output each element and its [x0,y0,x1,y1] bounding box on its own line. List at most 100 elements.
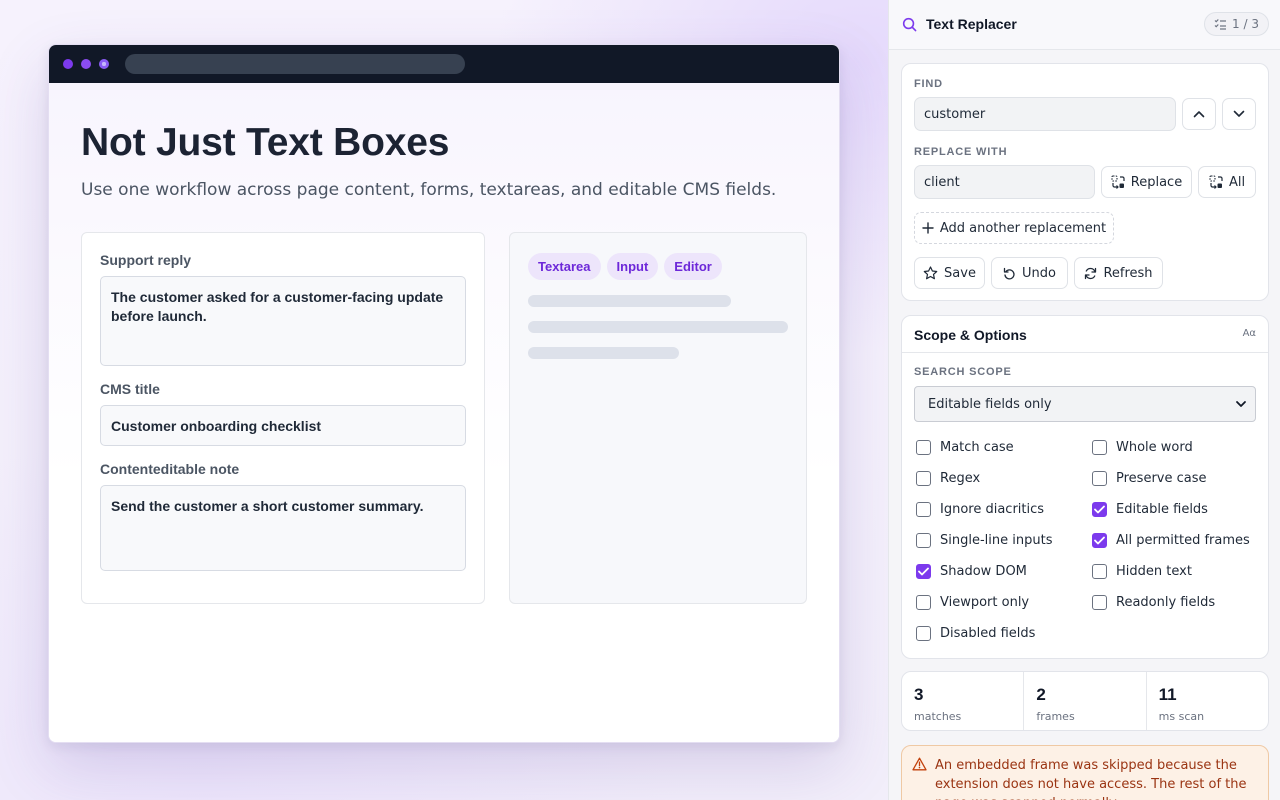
match-counter-text: 1 / 3 [1232,17,1259,31]
search-scope-value: Editable fields only [928,396,1052,412]
option-whole-word[interactable]: Whole word [1092,440,1193,455]
option-match-case-checkbox[interactable] [916,440,931,455]
scope-options-title[interactable]: Scope & Options [914,327,1027,343]
undo-button[interactable]: Undo [991,257,1068,289]
field-types-card: Textarea Input Editor [509,232,807,604]
option-viewport-only-checkbox[interactable] [916,595,931,610]
option-regex-label: Regex [940,471,981,486]
refresh-button[interactable]: Refresh [1074,257,1163,289]
undo-icon [1003,267,1015,279]
option-all-permitted-frames-label: All permitted frames [1116,533,1250,548]
stat-scan-time-value: 11 [1158,685,1177,704]
refresh-button-label: Refresh [1103,265,1153,281]
option-ignore-diacritics-checkbox[interactable] [916,502,931,517]
field-type-chips: Textarea Input Editor [528,253,722,280]
stat-frames-label: frames [1036,710,1075,723]
replace-all-icon [1209,175,1223,189]
option-all-permitted-frames-checkbox[interactable] [1092,533,1107,548]
skeleton-line [528,321,788,333]
option-disabled-fields-label: Disabled fields [940,626,1036,641]
add-replacement-button[interactable]: Add another replacement [914,212,1114,244]
scope-options-card: Scope & Options Aα SEARCH SCOPE Editable… [901,315,1269,659]
page-subtitle: Use one workflow across page content, fo… [81,180,777,200]
stat-matches: 3 matches [902,672,1025,730]
option-viewport-only-label: Viewport only [940,595,1030,610]
list-check-icon [1214,19,1227,30]
option-preserve-case[interactable]: Preserve case [1092,471,1207,486]
search-icon [902,17,917,36]
window-dot-yellow [81,59,91,69]
browser-titlebar [49,45,839,83]
skeleton-line [528,295,731,307]
option-preserve-case-label: Preserve case [1116,471,1207,486]
divider [902,352,1268,353]
option-editable-fields[interactable]: Editable fields [1092,502,1208,517]
contenteditable-note-label: Contenteditable note [100,461,240,477]
option-readonly-fields[interactable]: Readonly fields [1092,595,1215,610]
option-shadow-dom-checkbox[interactable] [916,564,931,579]
option-all-permitted-frames[interactable]: All permitted frames [1092,533,1250,548]
panel-header: Text Replacer 1 / 3 [889,0,1280,50]
option-readonly-fields-checkbox[interactable] [1092,595,1107,610]
option-single-line-inputs-checkbox[interactable] [916,533,931,548]
search-scope-label: SEARCH SCOPE [914,366,1012,378]
replace-all-button[interactable]: All [1198,166,1256,198]
save-button[interactable]: Save [914,257,985,289]
stat-frames-value: 2 [1036,685,1046,704]
option-preserve-case-checkbox[interactable] [1092,471,1107,486]
replace-button[interactable]: Replace [1101,166,1192,198]
support-reply-label: Support reply [100,252,192,268]
previous-match-button[interactable] [1182,98,1216,130]
option-hidden-text-checkbox[interactable] [1092,564,1107,579]
option-match-case[interactable]: Match case [916,440,1014,455]
skeleton-line [528,347,679,359]
option-disabled-fields-checkbox[interactable] [916,626,931,641]
replace-input[interactable]: client [914,165,1095,199]
option-readonly-fields-label: Readonly fields [1116,595,1216,610]
warning-icon [912,757,927,771]
find-input[interactable]: customer [914,97,1176,131]
page-title: Not Just Text Boxes [81,121,450,164]
chevron-up-icon [1193,111,1205,118]
option-match-case-label: Match case [940,440,1014,455]
stat-scan-time: 11 ms scan [1147,672,1268,730]
chip-textarea: Textarea [528,253,601,280]
option-whole-word-checkbox[interactable] [1092,440,1107,455]
chip-input: Input [606,253,659,280]
option-ignore-diacritics[interactable]: Ignore diacritics [916,502,1044,517]
option-viewport-only[interactable]: Viewport only [916,595,1029,610]
replace-all-button-label: All [1228,174,1246,190]
chevron-down-icon [1236,401,1246,407]
refresh-icon [1085,267,1097,279]
option-single-line-inputs[interactable]: Single-line inputs [916,533,1052,548]
window-dot-red [63,59,73,69]
option-disabled-fields[interactable]: Disabled fields [916,626,1035,641]
text-options-icon: Aα [1242,328,1256,339]
star-icon [923,266,938,280]
option-regex[interactable]: Regex [916,471,980,486]
next-match-button[interactable] [1222,98,1256,130]
option-hidden-text-label: Hidden text [1116,564,1192,579]
chip-editor: Editor [664,253,722,280]
support-reply-textarea[interactable]: The customer asked for a customer-facing… [100,276,466,366]
option-hidden-text[interactable]: Hidden text [1092,564,1192,579]
panel-title: Text Replacer [926,16,1017,32]
search-scope-select[interactable]: Editable fields only [914,386,1256,422]
option-shadow-dom-label: Shadow DOM [940,564,1027,579]
stat-scan-time-label: ms scan [1158,710,1205,723]
find-replace-card: FIND customer REPLACE WITH client Replac… [901,63,1269,301]
option-regex-checkbox[interactable] [916,471,931,486]
chevron-down-icon [1233,110,1245,117]
option-single-line-inputs-label: Single-line inputs [940,533,1053,548]
scan-stats: 3 matches 2 frames 11 ms scan [901,671,1269,731]
option-shadow-dom[interactable]: Shadow DOM [916,564,1027,579]
match-counter[interactable]: 1 / 3 [1204,12,1269,36]
text-replacer-panel: Text Replacer 1 / 3 FIND customer REPLAC… [888,0,1280,800]
contenteditable-note-editor[interactable]: Send the customer a short customer summa… [100,485,466,571]
replace-with-label: REPLACE WITH [914,146,1008,158]
frame-access-warning: An embedded frame was skipped because th… [901,745,1269,800]
cms-title-input[interactable]: Customer onboarding checklist [100,405,466,446]
stat-matches-label: matches [914,710,962,723]
replace-icon [1111,175,1125,189]
option-editable-fields-checkbox[interactable] [1092,502,1107,517]
